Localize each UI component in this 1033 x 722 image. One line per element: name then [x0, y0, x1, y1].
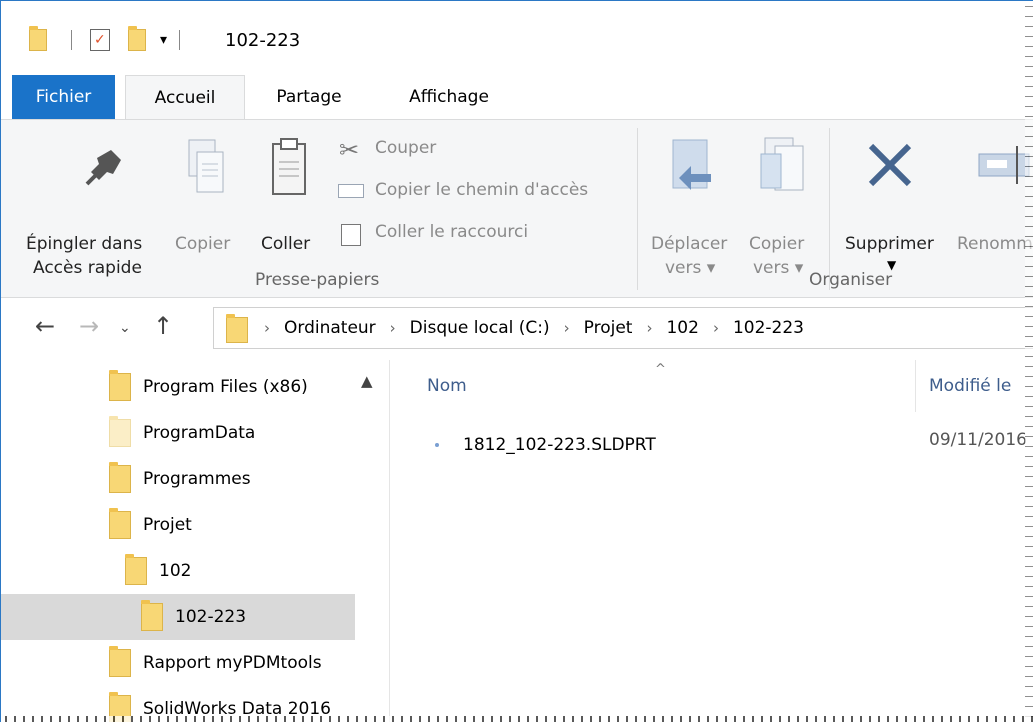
column-divider[interactable] — [915, 360, 916, 412]
copy-to-icon — [760, 137, 804, 191]
torn-edge-right — [1025, 1, 1033, 722]
nav-item-programdata[interactable]: ProgramData — [1, 410, 355, 456]
nav-item-102[interactable]: 102 — [1, 548, 355, 594]
scissors-icon: ✂ — [339, 136, 360, 164]
folder-icon — [109, 370, 131, 401]
explorer-window: ✓ ▾ 102-223 Fichier Accueil Partage Affi… — [0, 0, 1033, 722]
breadcrumb-item[interactable]: Ordinateur — [284, 318, 376, 338]
file-list-pane: ^ Nom Modifié le 1812_102-223.SLDPRT 09/… — [389, 360, 1033, 722]
folder-icon — [226, 314, 248, 343]
group-label-clipboard: Presse-papiers — [255, 270, 380, 290]
divider — [71, 30, 72, 50]
navigation-pane: Program Files (x86) ProgramData Programm… — [1, 360, 390, 722]
chevron-right-icon[interactable]: › — [390, 319, 396, 337]
file-modified-date: 09/11/2016 — [929, 430, 1027, 450]
pin-icon — [85, 150, 121, 186]
scroll-up-arrow-icon[interactable]: ▲ — [361, 372, 373, 390]
nav-item-rapport-mypdmtools[interactable]: Rapport myPDMtools — [1, 640, 355, 686]
sort-ascending-icon: ^ — [655, 362, 666, 377]
paste-shortcut-label: Coller le raccourci — [375, 222, 529, 242]
breadcrumb-item[interactable]: 102 — [666, 318, 698, 338]
folder-icon — [125, 554, 147, 585]
tab-share[interactable]: Partage — [259, 75, 359, 119]
cut-label: Couper — [375, 138, 437, 158]
folder-icon — [109, 646, 131, 677]
properties-icon[interactable]: ✓ — [90, 29, 110, 51]
delete-label: Supprimer — [845, 234, 934, 254]
recent-locations-chevron-icon[interactable]: ⌄ — [119, 320, 131, 336]
move-to-icon — [672, 139, 711, 190]
up-arrow-icon[interactable]: ↑ — [153, 312, 173, 340]
title-bar: ✓ ▾ 102-223 — [1, 1, 1033, 75]
window-title: 102-223 — [225, 30, 301, 51]
copy-path-label: Copier le chemin d'accès — [375, 180, 589, 200]
tab-file[interactable]: Fichier — [12, 75, 115, 119]
file-name: 1812_102-223.SLDPRT — [463, 435, 656, 455]
breadcrumb: › Ordinateur › Disque local (C:) › Proje… — [264, 308, 804, 348]
quick-access-toolbar: ✓ ▾ — [29, 25, 181, 55]
nav-item-label: Projet — [143, 515, 192, 535]
folder-icon[interactable] — [29, 26, 47, 51]
copy-icon — [188, 139, 224, 193]
nav-item-label: Program Files (x86) — [143, 377, 308, 397]
nav-item-label: Programmes — [143, 469, 251, 489]
group-label-organise: Organiser — [809, 270, 893, 290]
sldprt-file-icon — [435, 443, 439, 447]
ribbon-tabs: Fichier Accueil Partage Affichage — [1, 75, 1033, 119]
move-to-label-line1: Déplacer — [651, 234, 728, 254]
rename-label: Renommer — [957, 234, 1033, 254]
ribbon-home: Épingler dans Accès rapide Copier Coller… — [1, 119, 1033, 298]
group-divider — [829, 128, 830, 290]
tab-home[interactable]: Accueil — [125, 75, 245, 119]
copy-to-label-line1: Copier — [749, 234, 805, 254]
navigation-scrollbar[interactable]: ▲ — [355, 360, 390, 722]
divider — [179, 30, 181, 50]
paste-label: Coller — [261, 234, 311, 254]
folder-icon — [109, 462, 131, 493]
paste-icon — [272, 138, 306, 195]
nav-item-102-223[interactable]: 102-223 — [1, 594, 355, 640]
nav-item-programmes[interactable]: Programmes — [1, 456, 355, 502]
new-folder-icon[interactable] — [128, 26, 146, 51]
address-box[interactable]: › Ordinateur › Disque local (C:) › Proje… — [213, 307, 1033, 349]
back-arrow-icon[interactable]: ← — [35, 312, 55, 340]
copy-to-label-line2: vers ▾ — [753, 258, 804, 278]
paste-shortcut-icon — [341, 224, 361, 246]
chevron-right-icon: › — [264, 319, 270, 337]
nav-item-label: 102 — [159, 561, 192, 581]
nav-item-projet[interactable]: Projet — [1, 502, 355, 548]
folder-icon — [109, 508, 131, 539]
copy-path-icon — [338, 184, 364, 198]
nav-item-program-files-x86[interactable]: Program Files (x86) — [1, 364, 355, 410]
folder-icon — [109, 416, 131, 447]
nav-item-label: 102-223 — [175, 607, 247, 627]
folder-icon — [141, 600, 163, 631]
customize-toolbar-dropdown-icon[interactable]: ▾ — [160, 32, 167, 48]
address-bar-row: ← → ⌄ ↑ › Ordinateur › Disque local (C:)… — [1, 298, 1033, 360]
chevron-right-icon[interactable]: › — [564, 319, 570, 337]
file-row[interactable]: 1812_102-223.SLDPRT — [435, 430, 656, 460]
pin-label-line1: Épingler dans — [26, 234, 143, 254]
breadcrumb-item[interactable]: 102-223 — [733, 318, 804, 338]
breadcrumb-item[interactable]: Projet — [584, 318, 633, 338]
column-header-modified[interactable]: Modifié le — [929, 376, 1011, 396]
column-header-name[interactable]: Nom — [427, 376, 467, 396]
copy-label: Copier — [175, 234, 231, 254]
chevron-right-icon[interactable]: › — [713, 319, 719, 337]
breadcrumb-item[interactable]: Disque local (C:) — [410, 318, 550, 338]
forward-arrow-icon[interactable]: → — [79, 312, 99, 340]
nav-item-label: Rapport myPDMtools — [143, 653, 322, 673]
move-to-label-line2: vers ▾ — [665, 258, 716, 278]
pin-label-line2: Accès rapide — [33, 258, 142, 278]
group-divider — [637, 128, 638, 290]
delete-x-icon — [868, 143, 912, 187]
nav-item-label: ProgramData — [143, 423, 256, 443]
chevron-right-icon[interactable]: › — [646, 319, 652, 337]
torn-edge-bottom — [1, 716, 1033, 722]
tab-view[interactable]: Affichage — [389, 75, 509, 119]
